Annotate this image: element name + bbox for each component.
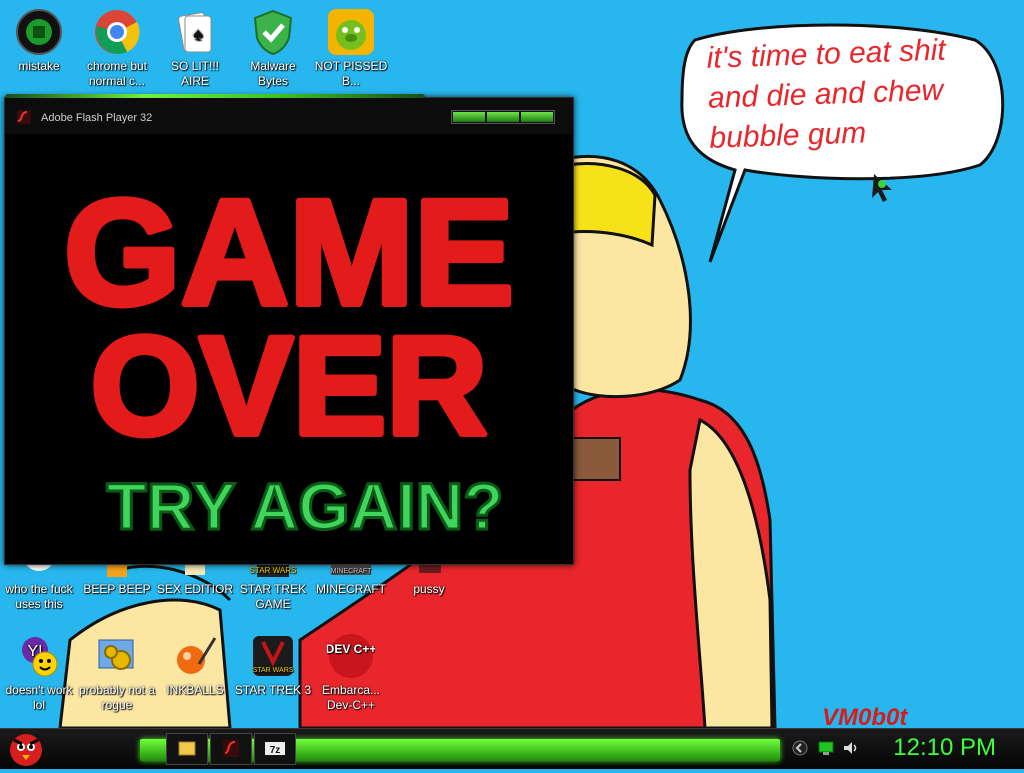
desktop-icon-label: probably not a rogue bbox=[78, 683, 156, 712]
desktop-icon-label: NOT PISSED B... bbox=[314, 59, 388, 88]
show-hidden-icons-icon[interactable] bbox=[792, 740, 808, 756]
try-again-button[interactable]: TRY AGAIN? bbox=[105, 468, 505, 545]
desktop-icon-rogue[interactable]: probably not a rogue bbox=[78, 632, 156, 713]
star-wars-icon: STAR WARS bbox=[249, 632, 297, 680]
flash-player-icon bbox=[17, 110, 31, 124]
network-icon[interactable] bbox=[818, 740, 834, 756]
taskbar-7zip[interactable]: 7z bbox=[254, 733, 296, 765]
window-controls[interactable] bbox=[451, 110, 555, 124]
window-titlebar[interactable]: Adobe Flash Player 32 bbox=[5, 98, 573, 134]
desktop-icon-malwarebytes[interactable]: Malware Bytes bbox=[234, 8, 312, 89]
yahoo-messenger-icon: Y! bbox=[15, 632, 63, 680]
game-over-line2: OVER bbox=[91, 307, 488, 464]
solitaire-icon: ♠ bbox=[171, 8, 219, 56]
flash-player-icon bbox=[223, 740, 239, 757]
file-explorer-icon bbox=[178, 741, 196, 756]
desktop-icon-label: Malware Bytes bbox=[250, 59, 296, 88]
minimize-button[interactable] bbox=[453, 112, 485, 122]
desktop-icon-mistake[interactable]: mistake bbox=[0, 8, 78, 74]
desktop-icon-label: STAR TREK GAME bbox=[239, 582, 307, 611]
flash-player-window[interactable]: Adobe Flash Player 32 GAME OVER TRY AGAI… bbox=[4, 94, 574, 565]
green-pig-icon bbox=[327, 8, 375, 56]
speech-bubble-text: it's time to eat shit and die and chew b… bbox=[706, 33, 947, 155]
desktop-icon-label: chrome but normal c... bbox=[86, 59, 148, 88]
desktop-icon-star-trek-3[interactable]: STAR WARS STAR TREK 3 bbox=[234, 632, 312, 698]
svg-text:7z: 7z bbox=[270, 745, 281, 756]
game-canvas[interactable]: GAME OVER TRY AGAIN? bbox=[5, 134, 573, 564]
desktop-icon-label: STAR TREK 3 bbox=[234, 683, 312, 697]
desktop-icon-label: pussy bbox=[413, 582, 445, 596]
desktop-icon-label: doesn't work lol bbox=[5, 683, 73, 712]
desktop-icon-label: MINECRAFT bbox=[316, 582, 386, 596]
desktop-icon-not-pissed[interactable]: NOT PISSED B... bbox=[312, 8, 390, 89]
desktop-icon-inkballs[interactable]: INKBALLS bbox=[156, 632, 234, 698]
green-orb-icon bbox=[15, 8, 63, 56]
window-title: Adobe Flash Player 32 bbox=[41, 112, 153, 124]
desktop-icon-solitaire[interactable]: ♠ SO LIT!!! AIRE bbox=[156, 8, 234, 89]
desktop-icon-label: BEEP BEEP bbox=[83, 582, 151, 596]
gears-icon bbox=[93, 632, 141, 680]
svg-text:♠: ♠ bbox=[193, 24, 203, 44]
volume-icon[interactable] bbox=[842, 740, 858, 756]
devcpp-icon: DEV C++ bbox=[326, 632, 376, 680]
taskbar bbox=[0, 728, 1024, 769]
tray-clock[interactable]: 12:10 PM bbox=[893, 734, 996, 762]
star-wars-logo-text: STAR WARS bbox=[253, 667, 294, 674]
desktop-icon-label: who the fuck uses this bbox=[5, 582, 73, 611]
7zip-icon: 7z bbox=[265, 742, 285, 756]
taskbar-file-explorer[interactable] bbox=[166, 733, 208, 765]
desktop-icon-label: SO LIT!!! AIRE bbox=[170, 59, 219, 88]
star-wars-logo-text: STAR WARS bbox=[250, 566, 297, 575]
desktop-icon-chrome[interactable]: chrome but normal c... bbox=[78, 8, 156, 89]
desktop-icon-label: INKBALLS bbox=[166, 683, 224, 697]
shield-check-icon bbox=[249, 8, 297, 56]
maximize-button[interactable] bbox=[487, 112, 519, 122]
chrome-icon bbox=[93, 8, 141, 56]
start-button[interactable] bbox=[4, 728, 50, 768]
taskbar-flash-player[interactable] bbox=[210, 733, 252, 765]
desktop-icon-yahoo[interactable]: Y! doesn't work lol bbox=[0, 632, 78, 713]
minecraft-logo-text: MINECRAFT bbox=[331, 568, 373, 575]
inkball-icon bbox=[171, 632, 219, 680]
devcpp-logo-text: DEV C++ bbox=[327, 642, 375, 656]
desktop-icon-label: mistake bbox=[18, 59, 60, 73]
close-button[interactable] bbox=[521, 112, 553, 122]
desktop-icon-label: Embarca... Dev-C++ bbox=[321, 683, 381, 712]
desktop-icon-devcpp[interactable]: DEV C++ Embarca... Dev-C++ bbox=[312, 632, 390, 713]
desktop-icon-label: SEX EDITIOR bbox=[156, 582, 233, 596]
